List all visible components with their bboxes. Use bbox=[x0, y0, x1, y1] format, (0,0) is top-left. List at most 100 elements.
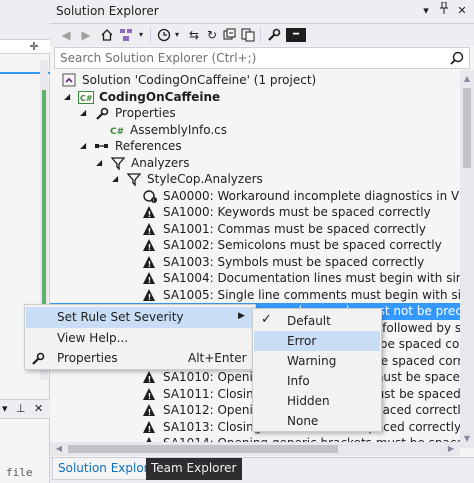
home-icon[interactable] bbox=[98, 26, 116, 44]
vertical-scrollbar[interactable]: ▲ ▼ bbox=[460, 70, 474, 448]
svg-text:!: ! bbox=[148, 276, 152, 285]
filter-dropdown-icon[interactable]: ▾ bbox=[172, 26, 182, 44]
tree-item-assemblyinfo[interactable]: C# AssemblyInfo.cs bbox=[50, 122, 460, 139]
menu-item-properties[interactable]: Properties Alt+Enter bbox=[26, 348, 254, 369]
scroll-right-icon[interactable]: ▶ bbox=[444, 442, 458, 456]
scrollbar-thumb[interactable] bbox=[463, 88, 471, 168]
dropdown-arrow-icon[interactable]: ▾ bbox=[2, 402, 8, 415]
split-add-icon[interactable]: ✛ bbox=[27, 41, 41, 53]
submenu-arrow-icon: ▶ bbox=[238, 311, 245, 321]
tree-item-rule[interactable]: ! SA1003: Symbols must be spaced correct… bbox=[50, 254, 460, 271]
rule-warning-icon: ! bbox=[142, 387, 158, 402]
tree-item-label: Solution 'CodingOnCaffeine' (1 project) bbox=[82, 73, 317, 87]
tree-item-rule[interactable]: i SA0000: Workaround incomplete diagnost… bbox=[50, 188, 460, 205]
expanded-arrow-icon[interactable]: ◢ bbox=[64, 91, 74, 103]
tree-item-label: AssemblyInfo.cs bbox=[130, 122, 228, 137]
close-icon[interactable]: ✕ bbox=[454, 2, 470, 20]
pending-changes-filter-icon[interactable] bbox=[156, 26, 172, 44]
scroll-up-icon[interactable]: ▲ bbox=[460, 72, 474, 86]
tree-item-stylecop-analyzers[interactable]: ◢ StyleCop.Analyzers bbox=[50, 171, 460, 188]
tree-item-rule[interactable]: ! SA1002: Semicolons must be spaced corr… bbox=[50, 237, 460, 254]
back-icon[interactable]: ◀ bbox=[58, 26, 74, 44]
editor-strip: ✛ ▾ ⊥ ✕ file bbox=[0, 0, 50, 483]
tree-item-label: SA0000: Workaround incomplete diagnostic… bbox=[163, 188, 460, 203]
submenu-item-label: Default bbox=[287, 314, 331, 328]
analyzer-assembly-icon bbox=[126, 172, 142, 187]
toolbar-separator bbox=[260, 27, 261, 43]
editor-navigation-bar[interactable] bbox=[0, 40, 50, 54]
sync-with-document-icon[interactable]: ⇆ bbox=[186, 26, 202, 44]
svg-text:!: ! bbox=[148, 375, 152, 384]
pin-icon[interactable]: ⊥ bbox=[16, 402, 26, 415]
svg-text:i: i bbox=[153, 198, 154, 204]
tree-item-references[interactable]: ◢ References bbox=[50, 138, 460, 155]
menu-item-label: Properties bbox=[57, 351, 118, 365]
rule-warning-icon: ! bbox=[142, 403, 158, 418]
close-icon[interactable]: ✕ bbox=[34, 402, 43, 415]
svg-text:!: ! bbox=[148, 408, 152, 417]
wrench-icon bbox=[30, 351, 46, 367]
window-position-dropdown-icon[interactable]: ▾ bbox=[418, 2, 434, 20]
submenu-item-default[interactable]: ✓ Default bbox=[254, 311, 380, 331]
context-menu: Set Rule Set Severity ▶ View Help... Pro… bbox=[24, 304, 256, 370]
checkmark-icon: ✓ bbox=[261, 312, 272, 327]
menu-item-view-help[interactable]: View Help... bbox=[26, 328, 254, 349]
menu-item-label: Set Rule Set Severity bbox=[57, 310, 184, 324]
forward-icon[interactable]: ▶ bbox=[78, 26, 94, 44]
switch-views-dropdown-icon[interactable]: ▾ bbox=[136, 26, 146, 44]
expanded-arrow-icon[interactable]: ◢ bbox=[80, 140, 90, 152]
tree-item-rule[interactable]: ! SA1001: Commas must be spaced correctl… bbox=[50, 221, 460, 238]
tree-item-label: SA1003: Symbols must be spaced correctly bbox=[163, 254, 425, 269]
scrollbar-thumb[interactable] bbox=[68, 445, 338, 453]
submenu-item-hidden[interactable]: Hidden bbox=[254, 391, 380, 411]
show-all-files-icon[interactable] bbox=[240, 26, 256, 44]
tree-item-analyzers[interactable]: ◢ Analyzers bbox=[50, 155, 460, 172]
search-icon[interactable] bbox=[449, 50, 465, 66]
menu-item-shortcut: Alt+Enter bbox=[188, 351, 247, 365]
tree-item-label: SA1000: Keywords must be spaced correctl… bbox=[163, 205, 431, 219]
tab-team-explorer[interactable]: Team Explorer bbox=[146, 458, 242, 480]
tree-item-project[interactable]: ◢ C# CodingOnCaffeine bbox=[50, 89, 460, 106]
horizontal-scrollbar[interactable]: ◀ ▶ bbox=[50, 442, 460, 456]
rule-warning-icon: ! bbox=[142, 288, 158, 303]
bottom-pane-header: ▾ ⊥ ✕ bbox=[0, 399, 50, 419]
scroll-down-icon[interactable]: ▼ bbox=[460, 432, 474, 446]
search-box[interactable] bbox=[54, 47, 470, 69]
tree-item-label: StyleCop.Analyzers bbox=[147, 172, 263, 186]
preview-selected-items-icon[interactable]: ━ bbox=[286, 28, 306, 42]
expanded-arrow-icon[interactable]: ◢ bbox=[96, 157, 106, 169]
submenu-item-label: None bbox=[287, 414, 319, 428]
tree-item-solution[interactable]: Solution 'CodingOnCaffeine' (1 project) bbox=[50, 72, 460, 89]
submenu-item-error[interactable]: Error bbox=[254, 331, 380, 351]
submenu-item-info[interactable]: Info bbox=[254, 371, 380, 391]
tree-item-rule[interactable]: ! SA1004: Documentation lines must begin… bbox=[50, 270, 460, 287]
svg-text:!: ! bbox=[148, 293, 152, 302]
properties-wrench-icon[interactable] bbox=[266, 26, 282, 44]
svg-text:!: ! bbox=[148, 392, 152, 401]
solution-icon bbox=[62, 73, 78, 88]
toolbar: ◀ ▶ ▾ ▾ ⇆ ↻ ━ bbox=[50, 24, 474, 46]
submenu-item-none[interactable]: None bbox=[254, 411, 380, 431]
switch-views-icon[interactable] bbox=[118, 26, 134, 44]
collapse-all-icon[interactable] bbox=[222, 26, 238, 44]
tree-item-rule[interactable]: ! SA1000: Keywords must be spaced correc… bbox=[50, 204, 460, 221]
expanded-arrow-icon[interactable]: ◢ bbox=[80, 107, 90, 119]
menu-item-label: View Help... bbox=[57, 331, 129, 345]
tree-item-label: Properties bbox=[115, 106, 176, 120]
tree-item-properties[interactable]: ◢ Properties bbox=[50, 105, 460, 122]
editor-top-area bbox=[0, 0, 50, 40]
scroll-left-icon[interactable]: ◀ bbox=[52, 442, 66, 456]
pin-icon[interactable] bbox=[436, 1, 452, 20]
svg-text:!: ! bbox=[148, 243, 152, 252]
expanded-arrow-icon[interactable]: ◢ bbox=[112, 173, 122, 185]
panel-title-bar: Solution Explorer ▾ ✕ bbox=[50, 0, 474, 24]
menu-item-set-rule-set-severity[interactable]: Set Rule Set Severity ▶ bbox=[26, 307, 254, 328]
svg-text:!: ! bbox=[148, 210, 152, 219]
submenu-item-warning[interactable]: Warning bbox=[254, 351, 380, 371]
refresh-icon[interactable]: ↻ bbox=[204, 26, 220, 44]
svg-text:!: ! bbox=[148, 227, 152, 236]
search-input[interactable] bbox=[55, 48, 445, 68]
tree-item-rule[interactable]: ! SA1005: Single line comments must begi… bbox=[50, 287, 460, 304]
references-icon bbox=[94, 139, 110, 154]
rule-info-icon: i bbox=[142, 189, 158, 204]
